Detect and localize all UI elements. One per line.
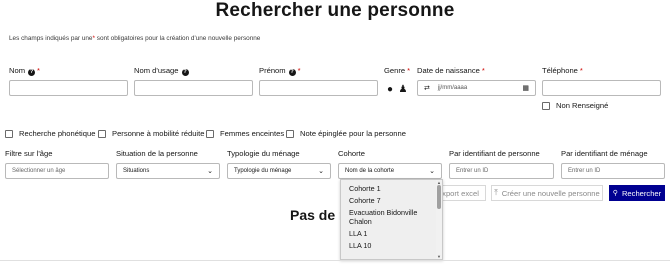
telephone-input[interactable] xyxy=(542,80,661,96)
search-button[interactable]: ⚲ Rechercher xyxy=(609,185,665,201)
enceintes-checkbox[interactable]: Femmes enceintes xyxy=(206,129,284,138)
nom-input[interactable] xyxy=(9,80,128,96)
create-person-button[interactable]: ⤒ Créer une nouvelle personne xyxy=(491,185,603,201)
nom-label: Nom? * xyxy=(9,66,41,76)
age-filter-label: Filtre sur l'âge xyxy=(5,149,53,158)
phonetique-checkbox[interactable]: Recherche phonétique xyxy=(5,129,95,138)
calendar-icon[interactable]: ▦ xyxy=(522,84,529,92)
non-renseigne-checkbox[interactable]: Non Renseigné xyxy=(542,101,608,110)
menage-label: Typologie du ménage xyxy=(227,149,300,158)
id-personne-input[interactable]: Entrer un ID xyxy=(449,163,554,179)
prenom-input[interactable] xyxy=(259,80,378,96)
help-icon[interactable]: ? xyxy=(288,69,296,76)
dropdown-scrollbar[interactable]: ▲ ▼ xyxy=(436,180,442,259)
nom-usage-label: Nom d'usage? xyxy=(134,66,189,76)
date-naissance-label: Date de naissance * xyxy=(417,66,485,75)
id-menage-label: Par identifiant de ménage xyxy=(561,149,648,158)
divider xyxy=(0,260,670,261)
cohorte-dropdown-list[interactable]: Cohorte 1 Cohorte 7 Evacuation Bidonvill… xyxy=(340,179,443,260)
chevron-down-icon: ⌄ xyxy=(429,168,435,175)
male-icon[interactable]: ♟ xyxy=(397,81,409,97)
age-input[interactable]: Sélectionner un âge xyxy=(5,163,109,179)
id-personne-label: Par identifiant de personne xyxy=(449,149,540,158)
note-checkbox[interactable]: Note épinglée pour la personne xyxy=(286,129,406,138)
help-icon[interactable]: ? xyxy=(28,69,36,76)
scroll-thumb[interactable] xyxy=(437,185,441,209)
prenom-label: Prénom? * xyxy=(259,66,301,76)
genre-label: Genre * xyxy=(384,66,411,75)
dropdown-option[interactable]: Cohorte 1 xyxy=(341,184,442,193)
dropdown-option[interactable]: Evacuation Bidonville Chalon xyxy=(341,208,431,226)
page-title: Rechercher une personne xyxy=(215,0,455,21)
required-notice: Les champs indiqués par une* sont obliga… xyxy=(9,35,261,42)
nom-usage-input[interactable] xyxy=(134,80,253,96)
scroll-down-icon[interactable]: ▼ xyxy=(437,254,441,259)
dropdown-option[interactable]: Cohorte 7 xyxy=(341,196,442,205)
help-icon[interactable]: ? xyxy=(181,69,189,76)
results-heading: Pas de r xyxy=(290,207,345,223)
chevron-down-icon: ⌄ xyxy=(207,168,213,175)
cohorte-select[interactable]: Nom de la cohorte ⌄ xyxy=(338,163,442,179)
dropdown-option[interactable]: LLA 10 xyxy=(341,241,442,250)
mobilite-checkbox[interactable]: Personne à mobilité réduite xyxy=(98,129,204,138)
id-menage-input[interactable]: Entrer un ID xyxy=(561,163,665,179)
menage-select[interactable]: Typologie du ménage ⌄ xyxy=(227,163,331,179)
swap-icon[interactable]: ⇄ xyxy=(424,84,430,92)
search-icon: ⚲ xyxy=(612,190,618,197)
cohorte-label: Cohorte xyxy=(338,149,366,158)
female-icon[interactable]: ● xyxy=(384,81,396,97)
chevron-down-icon: ⌄ xyxy=(318,168,324,175)
telephone-label: Téléphone * xyxy=(542,66,583,75)
dropdown-option[interactable]: LLA 1 xyxy=(341,229,442,238)
date-naissance-input[interactable]: ⇄ jj/mm/aaaa ▦ xyxy=(417,80,536,96)
upload-icon: ⤒ xyxy=(494,188,498,197)
situation-select[interactable]: Situations ⌄ xyxy=(116,163,220,179)
situation-label: Situation de la personne xyxy=(116,149,198,158)
